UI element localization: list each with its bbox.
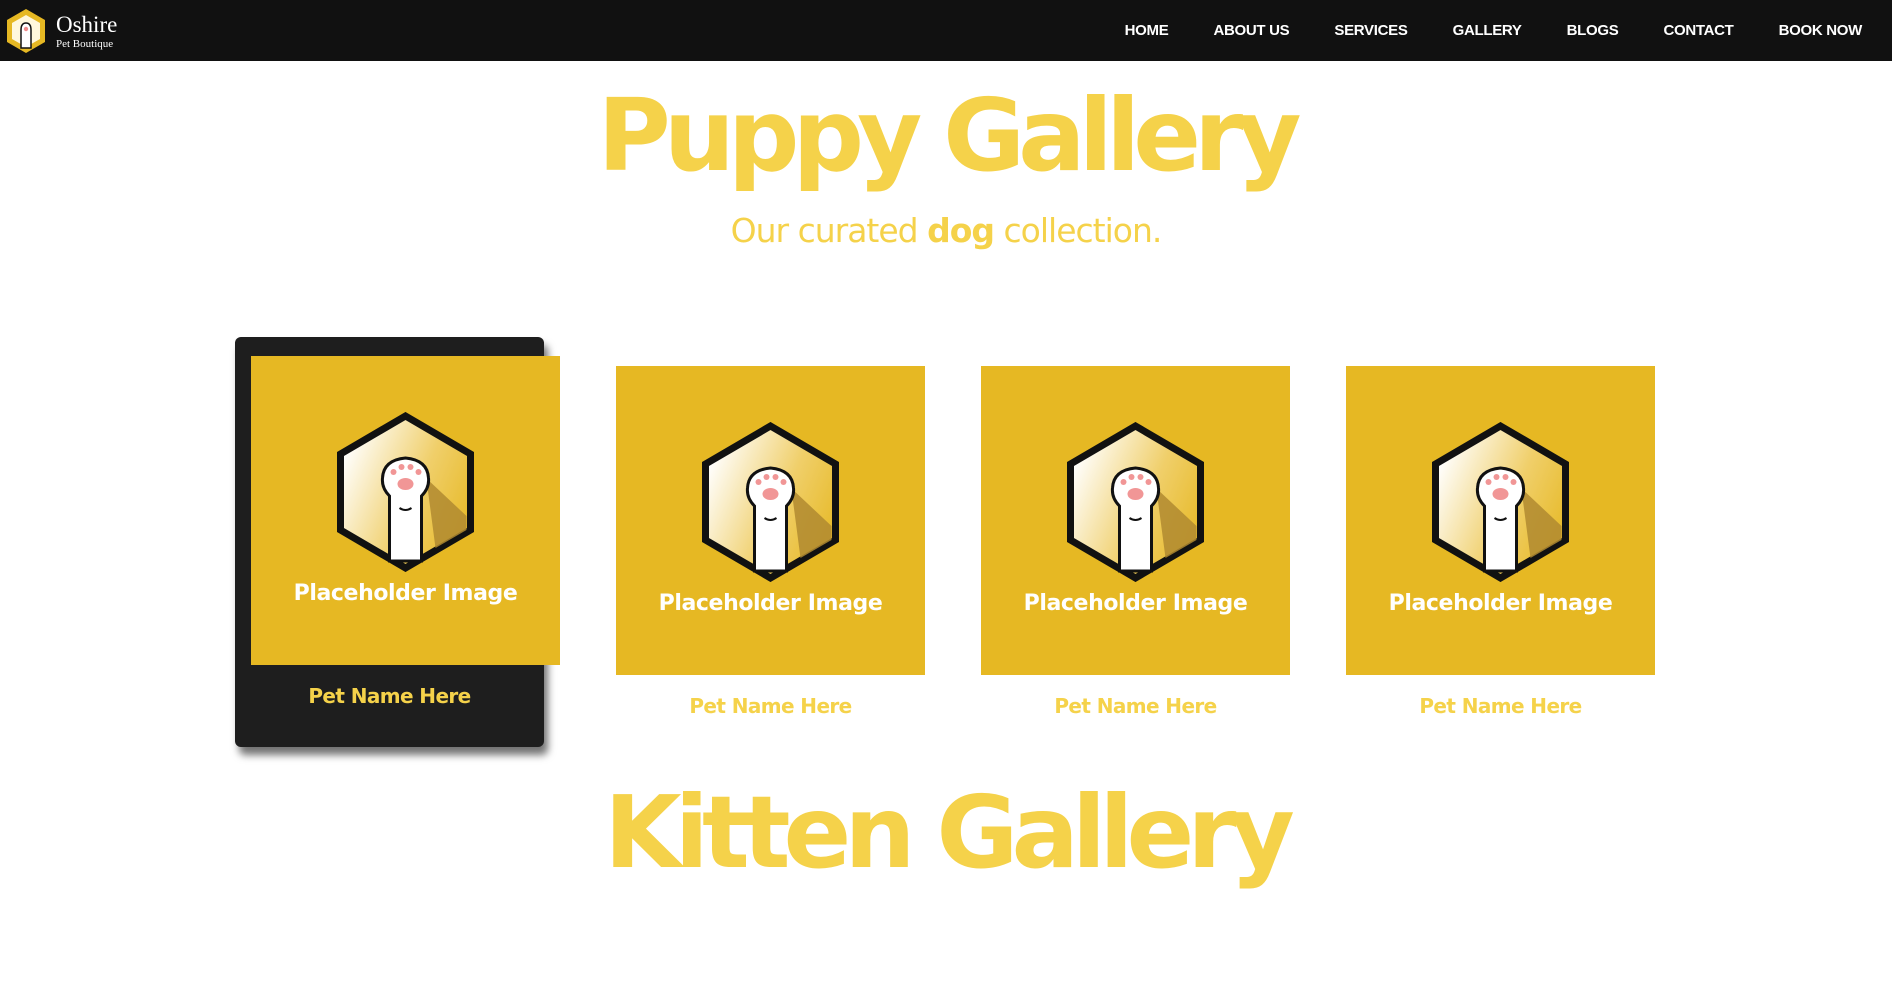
- pet-name: Pet Name Here: [1054, 694, 1217, 718]
- puppy-gallery-subtitle: Our curated dog collection.: [0, 211, 1892, 251]
- paw-hexagon-icon: [700, 422, 841, 582]
- pet-name: Pet Name Here: [308, 684, 471, 708]
- puppy-gallery-title: Puppy Gallery: [597, 77, 1301, 194]
- card-image-placeholder: Placeholder Image: [981, 366, 1290, 675]
- placeholder-image-label: Placeholder Image: [1023, 591, 1248, 616]
- placeholder-image-label: Placeholder Image: [1388, 591, 1613, 616]
- puppy-card[interactable]: Placeholder Image Pet Name Here: [616, 366, 925, 726]
- subtitle-emphasis: dog: [927, 211, 995, 250]
- main-nav: HOME ABOUT US SERVICES GALLERY BLOGS CON…: [1080, 0, 1863, 61]
- paw-hexagon-icon: [1065, 422, 1206, 582]
- nav-about-us[interactable]: ABOUT US: [1213, 22, 1289, 39]
- nav-services[interactable]: SERVICES: [1334, 22, 1407, 39]
- paw-hexagon-icon: [1430, 422, 1571, 582]
- pet-name: Pet Name Here: [689, 694, 852, 718]
- puppy-card[interactable]: Placeholder Image Pet Name Here: [1346, 366, 1655, 726]
- brand-home-link[interactable]: Oshire Pet Boutique: [6, 6, 117, 56]
- card-image-placeholder: Placeholder Image: [251, 356, 560, 665]
- brand-tagline: Pet Boutique: [56, 37, 114, 50]
- card-image-placeholder: Placeholder Image: [616, 366, 925, 675]
- nav-contact[interactable]: CONTACT: [1663, 22, 1733, 39]
- brand-logo-icon: [7, 9, 45, 53]
- nav-blogs[interactable]: BLOGS: [1567, 22, 1619, 39]
- top-navbar: Oshire Pet Boutique HOME ABOUT US SERVIC…: [0, 0, 1892, 61]
- nav-book-now[interactable]: BOOK NOW: [1779, 22, 1863, 39]
- placeholder-image-label: Placeholder Image: [293, 581, 518, 606]
- puppy-card[interactable]: Placeholder Image Pet Name Here: [981, 366, 1290, 726]
- subtitle-text-before: Our curated: [730, 211, 928, 250]
- card-image-placeholder: Placeholder Image: [1346, 366, 1655, 675]
- kitten-gallery-title: Kitten Gallery: [604, 774, 1295, 891]
- puppy-card[interactable]: Placeholder Image Pet Name Here: [235, 337, 560, 747]
- pet-name: Pet Name Here: [1419, 694, 1582, 718]
- nav-gallery[interactable]: GALLERY: [1453, 22, 1522, 39]
- nav-home[interactable]: HOME: [1125, 22, 1169, 39]
- paw-hexagon-icon: [335, 412, 476, 572]
- subtitle-text-after: collection.: [994, 211, 1163, 250]
- brand-name: Oshire: [56, 11, 118, 37]
- placeholder-image-label: Placeholder Image: [658, 591, 883, 616]
